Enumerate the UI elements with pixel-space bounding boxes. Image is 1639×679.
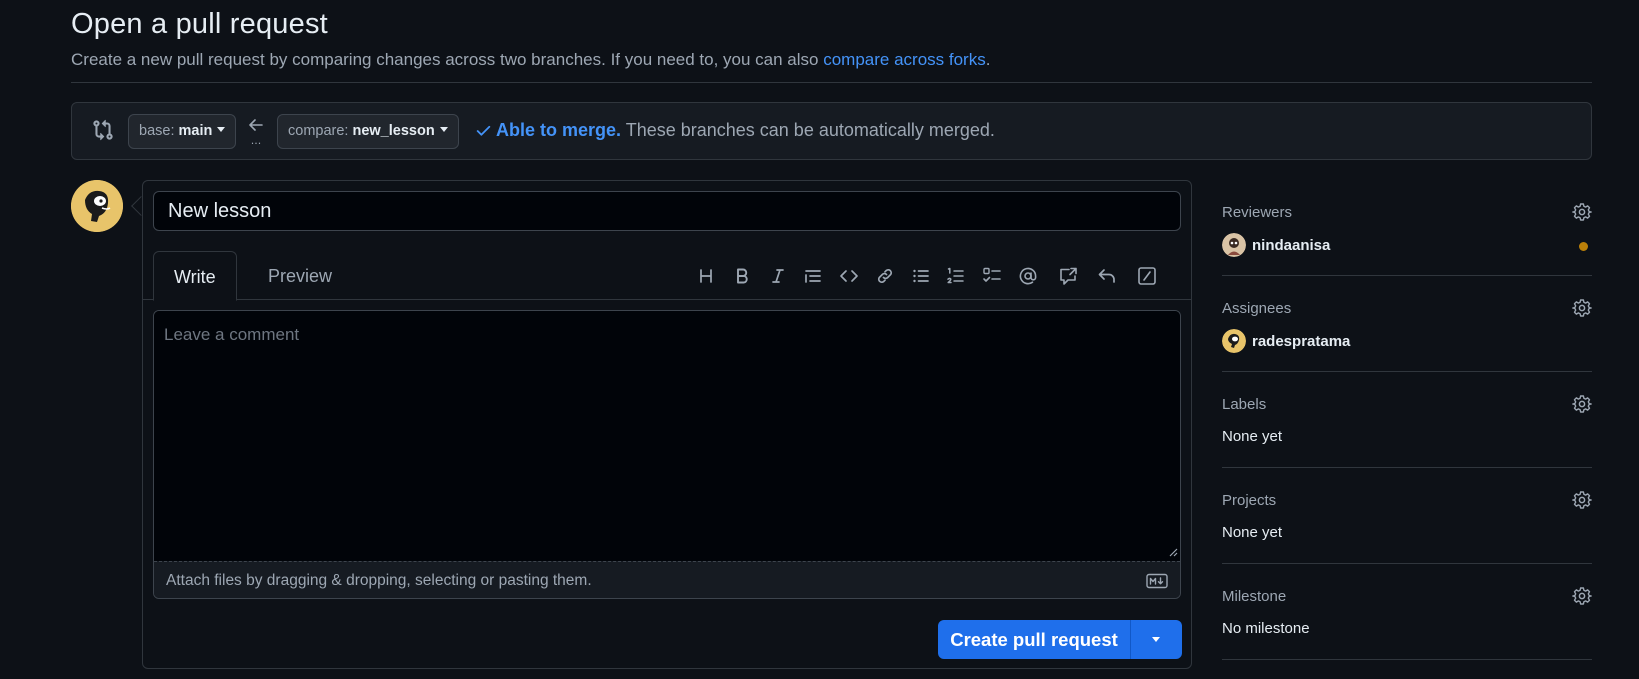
check-icon: [476, 125, 491, 136]
code-icon[interactable]: [838, 265, 860, 287]
chevron-down-icon: [1152, 637, 1160, 642]
projects-section: Projects None yet: [1222, 468, 1592, 564]
labels-heading[interactable]: Labels: [1222, 396, 1266, 413]
base-label: base:: [139, 123, 175, 139]
slash-commands-icon[interactable]: [1136, 265, 1158, 287]
merge-description: These branches can be automatically merg…: [621, 120, 995, 140]
merge-status: Able to merge. These branches can be aut…: [475, 120, 995, 141]
base-branch-name: main: [178, 123, 213, 139]
reviewer-item[interactable]: nindaanisa: [1222, 232, 1330, 258]
reply-icon[interactable]: [1096, 265, 1118, 287]
quote-icon[interactable]: [802, 265, 824, 287]
cross-reference-icon[interactable]: [1057, 265, 1079, 287]
link-icon[interactable]: [874, 265, 896, 287]
mention-icon[interactable]: [1017, 265, 1039, 287]
author-avatar[interactable]: [71, 180, 123, 232]
assignees-section: Assignees radespratama: [1222, 276, 1592, 372]
page-subtitle: Create a new pull request by comparing c…: [71, 50, 990, 70]
range-dots: ...: [251, 134, 262, 146]
gear-icon[interactable]: [1572, 586, 1592, 606]
avatar: [1222, 329, 1246, 353]
labels-value: None yet: [1222, 428, 1283, 445]
task-list-icon[interactable]: [981, 265, 1003, 287]
review-pending-indicator: [1579, 242, 1588, 251]
comment-editor: Attach files by dragging & dropping, sel…: [153, 310, 1181, 599]
tab-write[interactable]: Write: [153, 251, 237, 301]
chevron-down-icon: [217, 127, 226, 132]
git-compare-icon: [93, 119, 113, 141]
milestone-heading[interactable]: Milestone: [1222, 588, 1286, 605]
reviewers-heading[interactable]: Reviewers: [1222, 204, 1292, 221]
pull-request-composer: Write Preview: [142, 180, 1192, 669]
gear-icon[interactable]: [1572, 202, 1592, 222]
page-title: Open a pull request: [71, 8, 328, 40]
gear-icon[interactable]: [1572, 298, 1592, 318]
attach-text: Attach files by dragging & dropping, sel…: [166, 572, 592, 589]
subtitle-text: Create a new pull request by comparing c…: [71, 50, 824, 69]
unordered-list-icon[interactable]: [910, 265, 932, 287]
chevron-down-icon: [439, 127, 448, 132]
assignee-username: radespratama: [1252, 332, 1351, 350]
avatar: [1222, 233, 1246, 257]
arrow-left-icon: ...: [249, 119, 263, 146]
editor-tabs: Write Preview: [143, 251, 1191, 301]
title-input[interactable]: [153, 191, 1181, 231]
milestone-value: No milestone: [1222, 620, 1310, 637]
create-pull-request-group: Create pull request: [938, 620, 1182, 659]
gear-icon[interactable]: [1572, 490, 1592, 510]
projects-value: None yet: [1222, 524, 1283, 541]
create-pull-request-button[interactable]: Create pull request: [938, 620, 1131, 659]
assignee-item[interactable]: radespratama: [1222, 328, 1350, 354]
gear-icon[interactable]: [1572, 394, 1592, 414]
header-divider: [71, 82, 1592, 83]
avatar-image: [71, 180, 123, 232]
tab-preview[interactable]: Preview: [248, 251, 352, 301]
branch-range-editor: base: main ... compare: new_lesson Able …: [71, 102, 1592, 160]
reviewer-username: nindaanisa: [1252, 236, 1331, 254]
create-options-dropdown[interactable]: [1131, 620, 1182, 659]
able-to-merge-label: Able to merge.: [496, 120, 622, 140]
compare-branch-name: new_lesson: [352, 123, 435, 139]
resize-handle-icon[interactable]: [1168, 547, 1178, 557]
markdown-icon[interactable]: [1146, 573, 1168, 589]
reviewers-section: Reviewers nindaanisa: [1222, 180, 1592, 276]
assignees-heading[interactable]: Assignees: [1222, 300, 1291, 317]
heading-icon[interactable]: [695, 265, 717, 287]
subtitle-end: .: [985, 50, 991, 69]
file-attachment-bar[interactable]: Attach files by dragging & dropping, sel…: [154, 561, 1180, 598]
ordered-list-icon[interactable]: [945, 265, 967, 287]
compare-branch-button[interactable]: compare: new_lesson: [277, 114, 459, 149]
base-branch-button[interactable]: base: main: [128, 114, 237, 149]
compare-label: compare:: [288, 123, 349, 139]
comment-textarea[interactable]: [154, 311, 1180, 561]
labels-section: Labels None yet: [1222, 372, 1592, 468]
italic-icon[interactable]: [767, 265, 789, 287]
milestone-section: Milestone No milestone: [1222, 564, 1592, 660]
projects-heading[interactable]: Projects: [1222, 492, 1276, 509]
bold-icon[interactable]: [731, 265, 753, 287]
compare-across-forks-link[interactable]: compare across forks: [823, 50, 986, 69]
